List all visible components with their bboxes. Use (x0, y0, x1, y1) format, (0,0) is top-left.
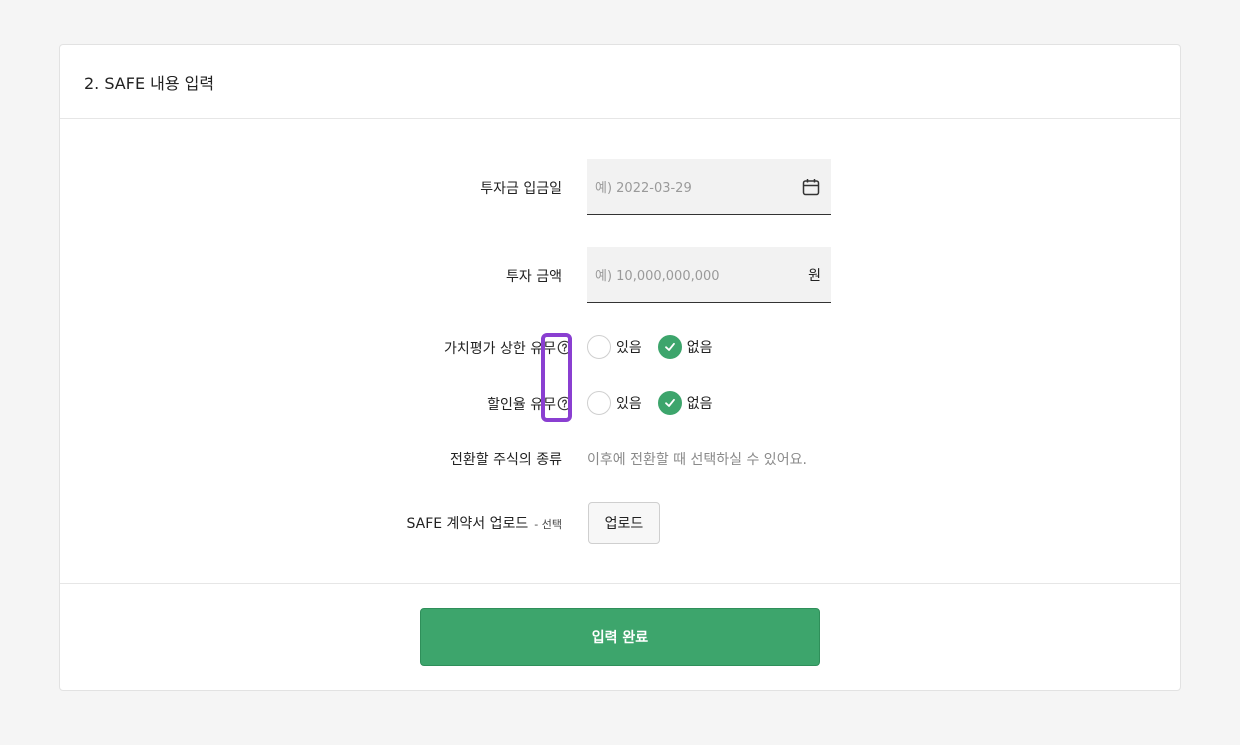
check-icon (664, 342, 675, 351)
radio-label: 없음 (686, 340, 713, 356)
deposit-date-placeholder: 예) 2022-03-29 (595, 181, 692, 196)
radio-unchecked[interactable] (587, 391, 611, 415)
amount-field[interactable]: 예) 10,000,000,000 원 (587, 247, 831, 303)
discount-label: 할인율 유무 (487, 397, 556, 413)
stock-type-label: 전환할 주식의 종류 (450, 452, 562, 468)
currency-unit: 원 (808, 267, 821, 284)
deposit-date-label: 투자금 입금일 (480, 181, 562, 197)
deposit-date-field[interactable]: 예) 2022-03-29 (587, 159, 831, 215)
section-title: 2. SAFE 내용 입력 (60, 45, 1180, 119)
amount-label: 투자 금액 (506, 269, 562, 285)
valuation-cap-label-row: 가치평가 상한 유무 (444, 338, 572, 358)
check-icon (664, 398, 675, 407)
submit-button[interactable]: 입력 완료 (420, 608, 820, 666)
help-icon[interactable] (557, 396, 572, 411)
upload-label: SAFE 계약서 업로드 (406, 516, 529, 532)
radio-checked[interactable] (657, 335, 682, 359)
radio-label: 없음 (686, 396, 713, 412)
discount-radio-group: 있음 없음 (587, 391, 729, 415)
optional-hint: - 선택 (534, 518, 562, 531)
valuation-cap-option-yes[interactable]: 있음 (587, 335, 642, 359)
calendar-icon[interactable] (801, 177, 821, 197)
safe-form-card: 2. SAFE 내용 입력 투자금 입금일 예) 2022-03-29 투자 금… (59, 44, 1181, 691)
upload-button[interactable]: 업로드 (588, 502, 660, 544)
valuation-cap-radio-group: 있음 없음 (587, 335, 729, 359)
radio-label: 있음 (616, 396, 642, 412)
valuation-cap-label: 가치평가 상한 유무 (444, 341, 556, 357)
amount-placeholder: 예) 10,000,000,000 (595, 269, 720, 284)
upload-label-row: SAFE 계약서 업로드 - 선택 (406, 513, 562, 533)
discount-option-yes[interactable]: 있음 (587, 391, 642, 415)
discount-option-no[interactable]: 없음 (657, 391, 713, 415)
radio-checked[interactable] (657, 391, 682, 415)
valuation-cap-option-no[interactable]: 없음 (657, 335, 713, 359)
radio-label: 있음 (616, 340, 642, 356)
discount-label-row: 할인율 유무 (487, 394, 572, 414)
radio-unchecked[interactable] (587, 335, 611, 359)
form-body: 투자금 입금일 예) 2022-03-29 투자 금액 예) 10,000,00… (60, 119, 1180, 584)
stock-type-note: 이후에 전환할 때 선택하실 수 있어요. (587, 452, 807, 468)
help-icon[interactable] (557, 340, 572, 355)
